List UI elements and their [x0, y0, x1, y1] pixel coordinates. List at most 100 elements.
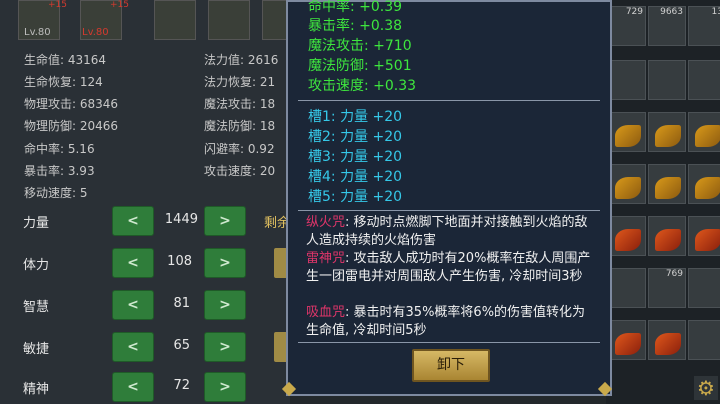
inventory-grid: 729 9663 13 769: [606, 0, 720, 404]
inventory-cell[interactable]: [608, 60, 646, 100]
gem-slot: 槽1: 力量 +20: [308, 109, 403, 125]
attribute-value-agility: 65: [173, 338, 190, 353]
bonus-stat: 魔法攻击: +710: [308, 38, 412, 54]
increase-wisdom-button[interactable]: >: [204, 290, 246, 320]
corner-ornament: [597, 381, 613, 397]
bonus-stat: 攻击速度: +0.33: [308, 78, 417, 94]
skill-text: : 暴击时有35%概率将6%的伤害值转化为生命值, 冷却时间5秒: [306, 305, 586, 338]
equipment-strip: +15 Lv.80 +15 Lv.80: [18, 0, 304, 40]
fire-leaf-item-icon: [655, 229, 681, 251]
attribute-label-agility: 敏捷: [23, 342, 50, 357]
attribute-value-strength: 1449: [164, 212, 198, 227]
stat-hp-regen: 生命恢复: 124: [24, 75, 103, 89]
stat-mp: 法力值: 2616: [204, 53, 279, 67]
stat-move-speed: 移动速度: 5: [24, 186, 88, 200]
stat-crit-rate: 暴击率: 3.93: [24, 164, 95, 178]
inventory-cell[interactable]: [608, 268, 646, 308]
attribute-label-strength: 力量: [23, 216, 50, 231]
stat-mag-atk: 魔法攻击: 18: [204, 97, 276, 111]
inventory-cell[interactable]: 13: [688, 6, 720, 46]
decrease-wisdom-button[interactable]: <: [112, 290, 154, 320]
gem-slot: 槽5: 力量 +20: [308, 189, 403, 205]
chevron-right-icon: >: [219, 339, 231, 355]
item-detail-popup: 命中率: +0.39 暴击率: +0.38 魔法攻击: +710 魔法防御: +…: [281, 0, 613, 397]
increase-stamina-button[interactable]: >: [204, 248, 246, 278]
leaf-item-icon: [615, 177, 641, 199]
fire-leaf-item-icon: [615, 229, 641, 251]
inventory-cell[interactable]: [608, 320, 646, 360]
equipment-slot[interactable]: [208, 0, 250, 40]
inventory-cell[interactable]: 9663: [648, 6, 686, 46]
equipment-slot[interactable]: [154, 0, 196, 40]
equipment-enhance-level: +15: [48, 0, 67, 10]
item-count: 729: [625, 7, 643, 17]
bonus-stat: 命中率: +0.39: [308, 0, 403, 15]
inventory-cell[interactable]: [688, 164, 720, 204]
inventory-cell[interactable]: 729: [608, 6, 646, 46]
divider: [298, 100, 600, 101]
gear-icon: ⚙: [697, 376, 715, 400]
inventory-cell[interactable]: [648, 60, 686, 100]
attribute-label-spirit: 精神: [23, 382, 50, 397]
attribute-label-wisdom: 智慧: [23, 300, 50, 315]
skill-description: 吸血咒: 暴击时有35%概率将6%的伤害值转化为生命值, 冷却时间5秒: [306, 304, 598, 340]
chevron-right-icon: >: [219, 379, 231, 395]
inventory-cell[interactable]: [688, 320, 720, 360]
stat-dodge: 闪避率: 0.92: [204, 142, 275, 156]
settings-button[interactable]: ⚙: [694, 376, 718, 400]
stat-atk-speed: 攻击速度: 20: [204, 164, 276, 178]
inventory-cell[interactable]: [608, 216, 646, 256]
equipment-level: Lv.80: [24, 27, 51, 38]
character-panel: +15 Lv.80 +15 Lv.80 生命值: 43164 生命恢复: 124…: [0, 0, 304, 404]
item-count: 769: [665, 269, 683, 279]
chevron-left-icon: <: [127, 255, 139, 271]
unequip-button[interactable]: 卸下: [412, 349, 490, 382]
stat-mp-regen: 法力恢复: 21: [204, 75, 276, 89]
chevron-left-icon: <: [127, 339, 139, 355]
inventory-cell[interactable]: [688, 216, 720, 256]
chevron-right-icon: >: [219, 213, 231, 229]
inventory-cell[interactable]: [688, 60, 720, 100]
gem-slot: 槽4: 力量 +20: [308, 169, 403, 185]
skill-name: 纵火咒: [306, 215, 346, 230]
inventory-cell[interactable]: [648, 164, 686, 204]
leaf-item-icon: [615, 125, 641, 147]
decrease-stamina-button[interactable]: <: [112, 248, 154, 278]
decrease-spirit-button[interactable]: <: [112, 372, 154, 402]
decrease-agility-button[interactable]: <: [112, 332, 154, 362]
increase-spirit-button[interactable]: >: [204, 372, 246, 402]
inventory-cell[interactable]: [608, 164, 646, 204]
increase-strength-button[interactable]: >: [204, 206, 246, 236]
inventory-cell[interactable]: [608, 112, 646, 152]
fire-leaf-item-icon: [615, 333, 641, 355]
chevron-left-icon: <: [127, 297, 139, 313]
attribute-value-wisdom: 81: [173, 296, 190, 311]
increase-agility-button[interactable]: >: [204, 332, 246, 362]
chevron-right-icon: >: [219, 255, 231, 271]
inventory-cell[interactable]: [648, 216, 686, 256]
skill-description: 纵火咒: 移动时点燃脚下地面并对接触到火焰的敌人造成持续的火焰伤害: [306, 214, 598, 250]
bonus-stat: 魔法防御: +501: [308, 58, 412, 74]
inventory-cell[interactable]: [648, 320, 686, 360]
leaf-item-icon: [695, 177, 720, 199]
leaf-item-icon: [655, 125, 681, 147]
skill-name: 吸血咒: [306, 305, 346, 320]
stat-mag-def: 魔法防御: 18: [204, 119, 276, 133]
equipment-level: Lv.80: [82, 27, 109, 38]
skill-description: 雷神咒: 攻击敌人成功时有20%概率在敌人周围产生一团雷电并对周围敌人产生伤害,…: [306, 250, 598, 286]
skill-text: : 攻击敌人成功时有20%概率在敌人周围产生一团雷电并对周围敌人产生伤害, 冷却…: [306, 251, 591, 284]
leaf-item-icon: [655, 177, 681, 199]
inventory-cell[interactable]: [648, 112, 686, 152]
leaf-item-icon: [695, 125, 720, 147]
stat-phys-atk: 物理攻击: 68346: [24, 97, 119, 111]
attribute-value-spirit: 72: [173, 378, 190, 393]
inventory-cell[interactable]: 769: [648, 268, 686, 308]
decrease-strength-button[interactable]: <: [112, 206, 154, 236]
item-count: 13: [711, 7, 720, 17]
skill-text: : 移动时点燃脚下地面并对接触到火焰的敌人造成持续的火焰伤害: [306, 215, 588, 248]
equipment-enhance-level: +15: [110, 0, 129, 10]
inventory-cell[interactable]: [688, 112, 720, 152]
inventory-cell[interactable]: [688, 268, 720, 308]
fire-leaf-item-icon: [695, 229, 720, 251]
fire-leaf-item-icon: [655, 333, 681, 355]
